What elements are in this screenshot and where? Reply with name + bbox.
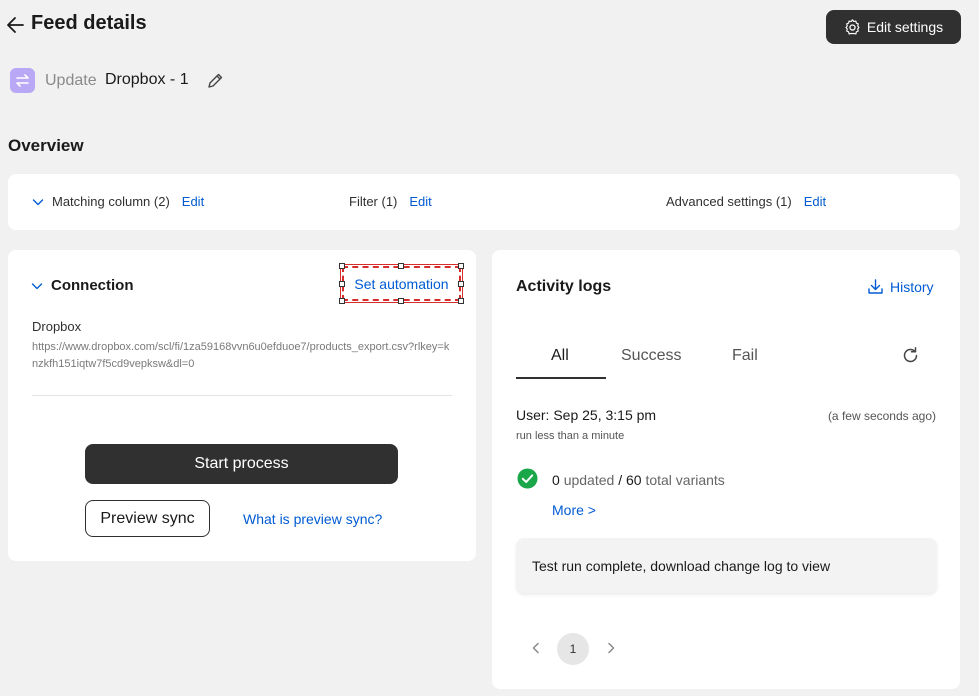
chevron-right-icon[interactable] — [604, 641, 618, 655]
log-result-summary: 0 updated / 60 total variants — [552, 472, 725, 488]
activity-logs-title: Activity logs — [516, 278, 612, 295]
tab-fail[interactable]: Fail — [732, 347, 758, 365]
start-process-button[interactable]: Start process — [85, 444, 398, 484]
activity-logs-card — [492, 250, 960, 689]
gear-icon — [845, 18, 860, 35]
selection-handle — [339, 298, 345, 304]
history-link[interactable]: History — [867, 278, 934, 295]
chevron-down-icon[interactable] — [31, 280, 43, 292]
log-user-time: User: Sep 25, 3:15 pm — [516, 407, 657, 423]
updated-count: 0 — [552, 472, 560, 488]
pagination-current-page[interactable]: 1 — [557, 633, 589, 665]
refresh-icon[interactable] — [901, 346, 920, 365]
total-label: total variants — [645, 472, 725, 488]
chevron-left-icon[interactable] — [529, 641, 543, 655]
check-circle-icon — [517, 468, 538, 489]
advanced-settings-section: Advanced settings (1) Edit — [666, 194, 826, 209]
edit-filter-link[interactable]: Edit — [409, 194, 431, 209]
advanced-settings-label: Advanced settings (1) — [666, 194, 792, 209]
tab-success[interactable]: Success — [621, 347, 681, 365]
connection-header[interactable]: Connection — [31, 277, 134, 294]
feed-name: Dropbox - 1 — [105, 71, 189, 88]
feed-type-label: Update — [45, 72, 97, 89]
download-icon — [868, 279, 883, 294]
filter-label: Filter (1) — [349, 194, 398, 209]
matching-column-section: Matching column (2) Edit — [32, 194, 204, 209]
tab-all[interactable]: All — [551, 347, 569, 365]
arrow-left-icon[interactable] — [6, 14, 26, 36]
log-relative-time: (a few seconds ago) — [827, 409, 936, 423]
total-count: 60 — [625, 472, 642, 488]
preview-sync-button[interactable]: Preview sync — [85, 500, 210, 537]
divider — [32, 395, 452, 396]
selection-handle — [458, 298, 464, 304]
history-label: History — [890, 278, 934, 295]
overview-title: Overview — [8, 136, 84, 155]
edit-matching-column-link[interactable]: Edit — [182, 194, 204, 209]
source-url: https://www.dropbox.com/scl/fi/1za59168v… — [32, 341, 450, 370]
edit-settings-button[interactable]: Edit settings — [826, 10, 961, 44]
selection-handle — [398, 298, 404, 304]
log-duration: run less than a minute — [516, 430, 625, 442]
chevron-down-icon[interactable] — [32, 196, 44, 208]
edit-settings-label: Edit settings — [866, 19, 944, 35]
filter-section: Filter (1) Edit — [349, 194, 432, 209]
log-message: Test run complete, download change log t… — [516, 538, 937, 593]
edit-advanced-settings-link[interactable]: Edit — [804, 194, 826, 209]
more-link[interactable]: More > — [552, 502, 596, 518]
matching-column-label: Matching column (2) — [52, 194, 170, 209]
selection-handle — [458, 281, 464, 287]
connection-title: Connection — [51, 277, 134, 294]
updated-label: updated — [563, 472, 615, 488]
pencil-icon[interactable] — [206, 72, 224, 90]
result-separator: / — [618, 472, 623, 488]
set-automation-button[interactable]: Set automation — [340, 264, 463, 303]
sync-arrows-icon — [10, 68, 35, 93]
selection-handle — [339, 281, 345, 287]
source-name: Dropbox — [32, 319, 82, 334]
active-tab-indicator — [516, 377, 606, 379]
selection-handle — [339, 263, 345, 269]
page-title: Feed details — [31, 12, 147, 34]
selection-handle — [458, 263, 464, 269]
selection-handle — [398, 263, 404, 269]
preview-sync-help-link[interactable]: What is preview sync? — [243, 511, 382, 527]
